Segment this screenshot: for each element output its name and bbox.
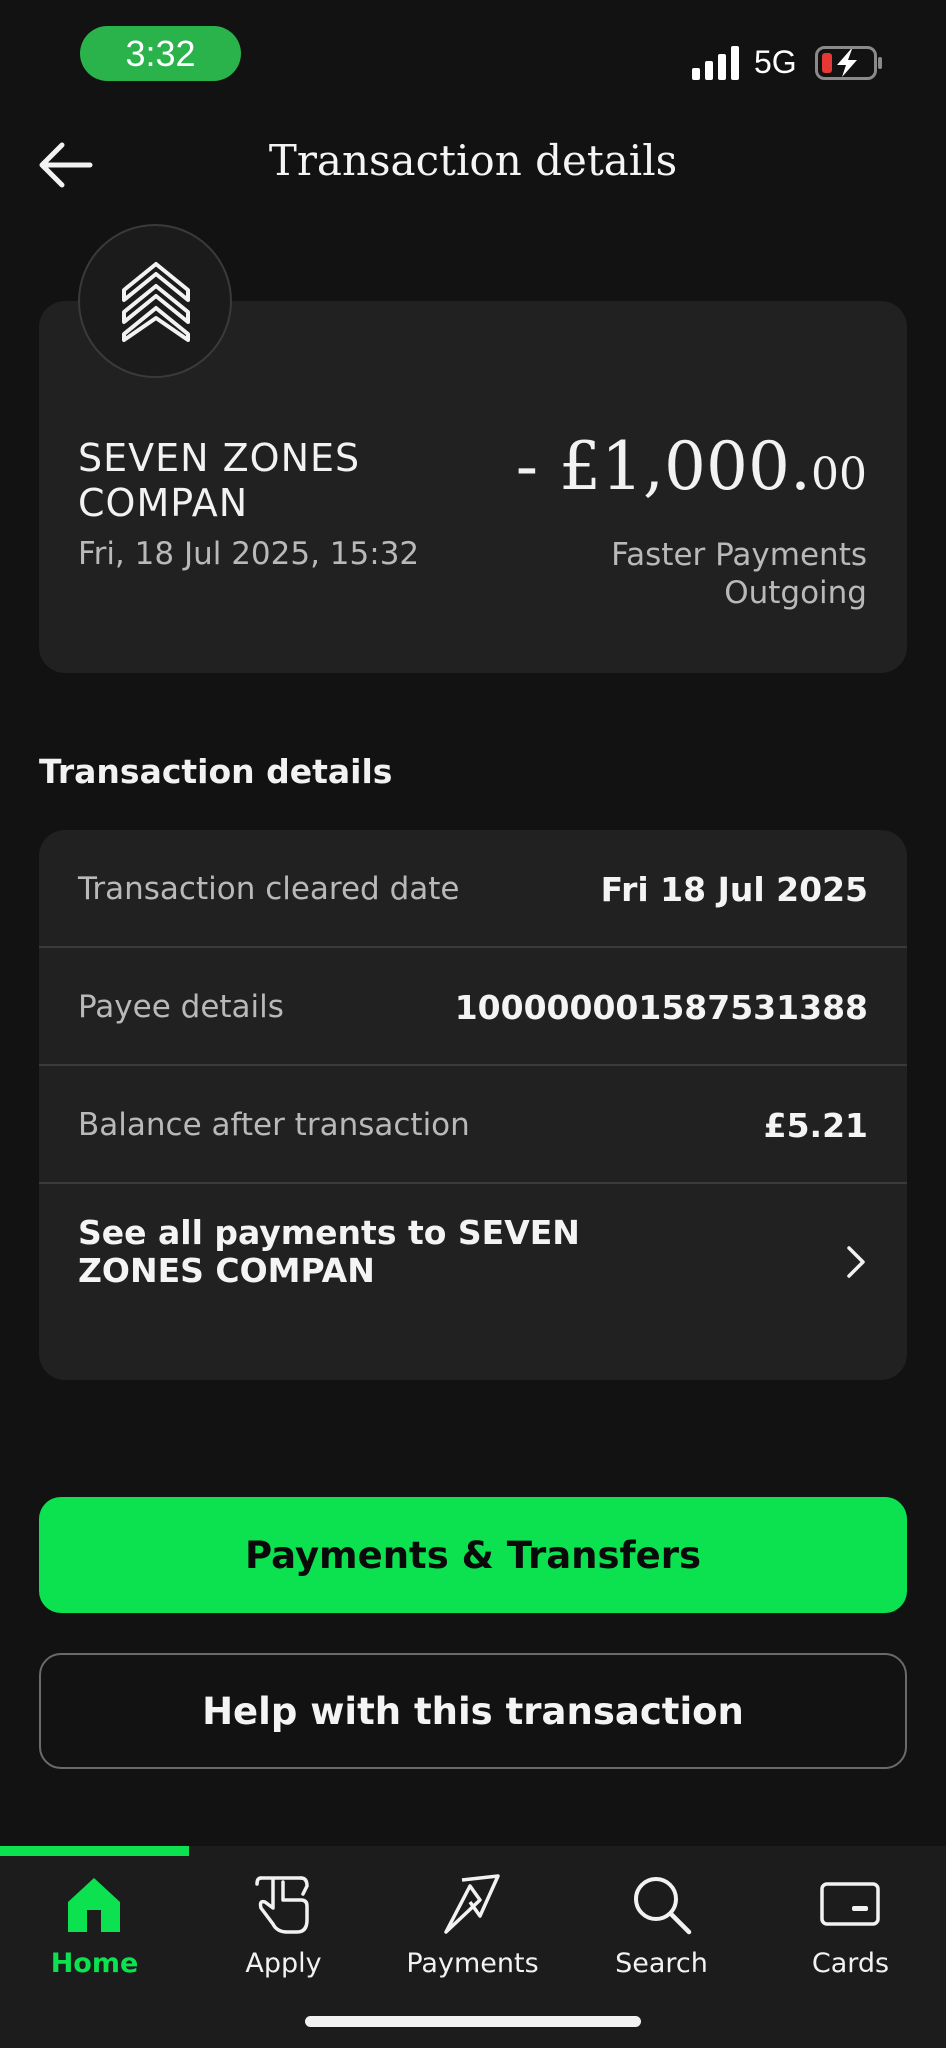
detail-value: £5.21 [763,1105,868,1145]
help-with-transaction-button[interactable]: Help with this transaction [39,1653,907,1769]
status-bar: 3:32 5G [0,0,946,110]
signal-strength-icon [692,46,739,80]
amount-main: - £1,000. [515,428,811,505]
detail-value: Fri 18 Jul 2025 [600,869,868,909]
transaction-amount: - £1,000.00 [516,428,867,505]
details-list: Transaction cleared date Fri 18 Jul 2025… [39,830,907,1380]
amount-decimals: 00 [811,449,867,500]
network-type: 5G [754,44,797,80]
detail-label: Balance after transaction [78,1107,470,1143]
home-indicator [305,2016,641,2027]
tab-label: Apply [245,1948,322,1979]
see-all-payments-link[interactable]: See all payments to SEVEN ZONES COMPAN [39,1184,907,1344]
tab-payments[interactable]: Payments [378,1862,567,1992]
active-tab-indicator [0,1846,189,1856]
tab-label: Cards [811,1948,890,1979]
search-icon [634,1877,692,1935]
see-all-payments-label: See all payments to SEVEN ZONES COMPAN [78,1213,580,1290]
tab-label: Search [615,1948,708,1979]
status-time: 3:32 [80,26,241,81]
detail-row-payee: Payee details 100000001587531388 [39,948,907,1066]
payment-type: Faster Payments Outgoing [611,537,867,611]
tab-cards[interactable]: Cards [756,1862,945,1992]
tab-label: Payments [406,1948,539,1979]
tab-apply[interactable]: Apply [189,1862,378,1992]
payee-name: SEVEN ZONES COMPAN [78,436,361,525]
transaction-datetime: Fri, 18 Jul 2025, 15:32 [78,536,420,572]
apply-hand-icon [255,1876,309,1934]
tab-home[interactable]: Home [0,1862,189,1992]
chevron-right-icon [847,1246,865,1278]
battery-charging-icon [815,46,882,80]
home-icon [68,1878,120,1932]
payments-transfers-button[interactable]: Payments & Transfers [39,1497,907,1613]
detail-label: Transaction cleared date [78,871,460,907]
detail-row-balance: Balance after transaction £5.21 [39,1066,907,1184]
chevrons-up-icon [122,262,190,342]
detail-label: Payee details [78,989,284,1025]
page-title: Transaction details [268,136,678,185]
payments-icon [444,1874,500,1934]
detail-row-cleared-date: Transaction cleared date Fri 18 Jul 2025 [39,830,907,948]
tab-search[interactable]: Search [567,1862,756,1992]
section-title: Transaction details [39,752,393,791]
tab-label: Home [50,1948,139,1979]
detail-value: 100000001587531388 [454,987,868,1027]
merchant-logo [78,224,232,378]
card-icon [820,1882,880,1926]
